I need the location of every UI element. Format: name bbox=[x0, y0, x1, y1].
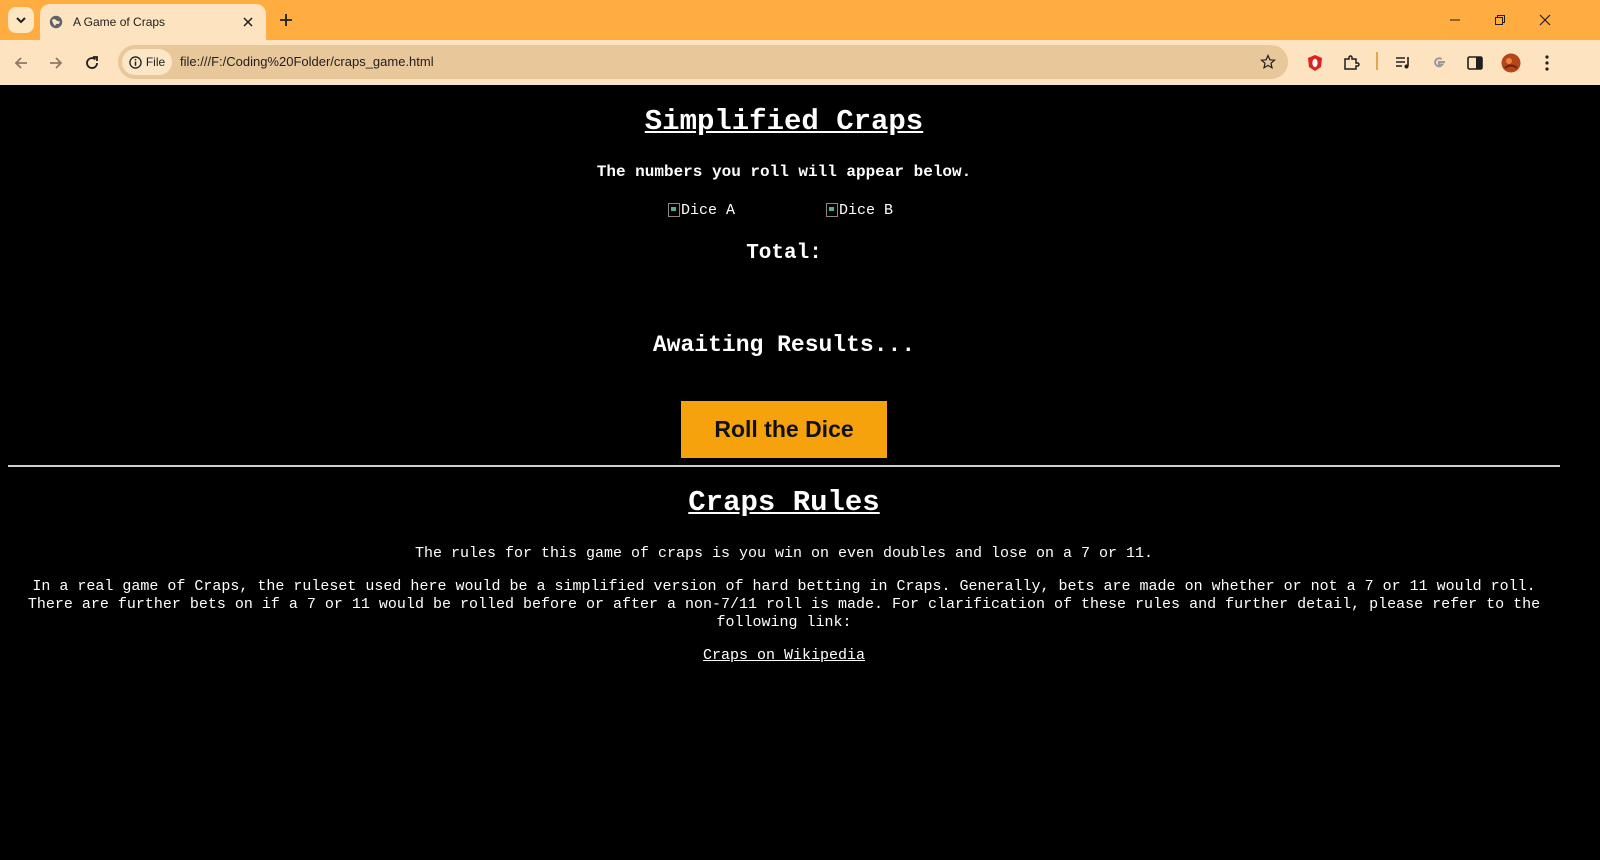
broken-image-icon bbox=[826, 203, 838, 217]
dice-b-alt-text: Dice B bbox=[839, 201, 894, 219]
browser-titlebar: A Game of Craps bbox=[0, 0, 1600, 40]
close-icon bbox=[243, 17, 253, 27]
reload-button[interactable] bbox=[80, 51, 104, 75]
star-icon bbox=[1260, 54, 1276, 70]
kebab-menu-icon bbox=[1545, 55, 1549, 71]
wikipedia-link-container: Craps on Wikipedia bbox=[0, 647, 1568, 664]
game-title: Simplified Craps bbox=[644, 105, 924, 138]
toolbar-separator bbox=[1376, 52, 1378, 70]
playlist-icon bbox=[1396, 57, 1409, 69]
rules-summary: The rules for this game of craps is you … bbox=[414, 545, 1154, 562]
opera-icon bbox=[1308, 55, 1322, 71]
site-info-chip[interactable]: File bbox=[122, 49, 172, 75]
menu-button[interactable] bbox=[1536, 52, 1558, 74]
dice-a-alt-text: Dice A bbox=[681, 201, 736, 219]
google-button[interactable] bbox=[1428, 52, 1450, 74]
close-icon bbox=[1539, 14, 1551, 26]
globe-icon bbox=[49, 15, 63, 29]
avatar-icon bbox=[1501, 53, 1521, 73]
forward-button[interactable] bbox=[44, 51, 68, 75]
new-tab-button[interactable] bbox=[276, 10, 296, 30]
broken-image-icon bbox=[668, 203, 680, 217]
rules-title: Craps Rules bbox=[688, 486, 880, 519]
game-subtitle: The numbers you roll will appear below. bbox=[596, 163, 972, 181]
minimize-button[interactable] bbox=[1432, 8, 1478, 32]
tab-title: A Game of Craps bbox=[73, 15, 166, 29]
browser-toolbar: File file:///F:/Coding%20Folder/craps_ga… bbox=[0, 40, 1600, 85]
chevron-down-icon bbox=[16, 17, 26, 24]
extension-opera-button[interactable] bbox=[1304, 52, 1326, 74]
section-divider bbox=[8, 465, 1560, 467]
side-panel-button[interactable] bbox=[1464, 52, 1486, 74]
minimize-icon bbox=[1450, 19, 1460, 21]
browser-tab[interactable]: A Game of Craps bbox=[40, 4, 266, 40]
result-text: Awaiting Results... bbox=[652, 332, 916, 358]
bookmark-button[interactable] bbox=[1258, 52, 1278, 72]
dice-a-image: Dice A bbox=[668, 201, 735, 219]
dice-row: Dice A Dice B bbox=[668, 201, 908, 221]
plus-icon bbox=[280, 14, 292, 26]
puzzle-icon bbox=[1344, 55, 1360, 70]
side-panel-icon bbox=[1467, 56, 1483, 70]
extensions-button[interactable] bbox=[1340, 52, 1362, 74]
dice-b-image: Dice B bbox=[826, 201, 893, 219]
arrow-right-icon bbox=[50, 57, 63, 69]
restore-icon bbox=[1495, 15, 1505, 25]
page-scrollbar-track bbox=[1568, 85, 1600, 860]
back-button[interactable] bbox=[9, 51, 33, 75]
close-window-button[interactable] bbox=[1522, 8, 1568, 32]
address-bar[interactable]: File file:///F:/Coding%20Folder/craps_ga… bbox=[118, 45, 1288, 79]
close-tab-button[interactable] bbox=[240, 14, 256, 30]
url-text[interactable]: file:///F:/Coding%20Folder/craps_game.ht… bbox=[180, 54, 434, 69]
reload-icon bbox=[86, 56, 98, 69]
total-label: Total: bbox=[746, 242, 822, 265]
info-icon bbox=[129, 55, 142, 69]
site-chip-label: File bbox=[145, 55, 166, 69]
media-control-button[interactable] bbox=[1392, 52, 1414, 74]
arrow-left-icon bbox=[14, 57, 27, 69]
page-content: Simplified Craps The numbers you roll wi… bbox=[0, 85, 1568, 860]
google-icon bbox=[1434, 57, 1445, 68]
roll-dice-button[interactable]: Roll the Dice bbox=[681, 401, 887, 458]
tab-search-button[interactable] bbox=[8, 7, 34, 33]
restore-button[interactable] bbox=[1477, 8, 1523, 32]
profile-button[interactable] bbox=[1500, 52, 1522, 74]
wikipedia-link[interactable]: Craps on Wikipedia bbox=[703, 647, 865, 664]
rules-detail: In a real game of Craps, the ruleset use… bbox=[27, 578, 1541, 631]
